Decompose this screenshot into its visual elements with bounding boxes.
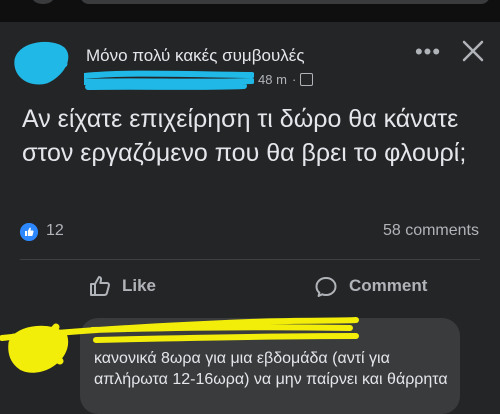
comment-bubble-icon (315, 277, 337, 297)
post-meta: 48 m · (84, 70, 313, 90)
search-bar-partial[interactable] (80, 0, 490, 4)
group-avatar[interactable] (12, 40, 72, 86)
comments-count[interactable]: 58 comments (383, 222, 479, 240)
more-icon: ••• (414, 39, 442, 64)
profile-avatar-partial[interactable] (32, 0, 54, 4)
reaction-count: 12 (46, 222, 64, 239)
action-row: Like Comment (0, 268, 500, 304)
top-bar (0, 0, 500, 22)
comment-bubble: κανονικά 8ωρα για μια εβδομάδα (αντί για… (0, 317, 460, 414)
like-icon (20, 223, 38, 241)
post-card: Μόνο πολύ κακές συμβουλές 48 m · ••• Αν … (0, 28, 500, 414)
like-button-label: Like (122, 276, 157, 295)
group-name[interactable]: Μόνο πολύ κακές συμβουλές (86, 46, 305, 66)
like-button[interactable]: Like (88, 270, 198, 302)
comment-button[interactable]: Comment (314, 270, 464, 302)
post-time[interactable]: 48 m (258, 72, 287, 87)
more-options-button[interactable]: ••• (412, 40, 444, 64)
comment-text: κανονικά 8ωρα για μια εβδομάδα (αντί για… (94, 350, 448, 388)
divider (20, 259, 480, 260)
post-text: Αν είχατε επιχείρηση τι δώρο θα κάνατε σ… (22, 105, 467, 167)
commenter-name-redaction (0, 317, 359, 343)
author-name-redaction (84, 70, 254, 90)
globe-icon (300, 73, 313, 86)
comment-button-label: Comment (349, 276, 428, 295)
thumbs-up-outline-icon (90, 276, 110, 296)
meta-separator: · (292, 72, 297, 87)
close-icon[interactable] (458, 36, 488, 66)
